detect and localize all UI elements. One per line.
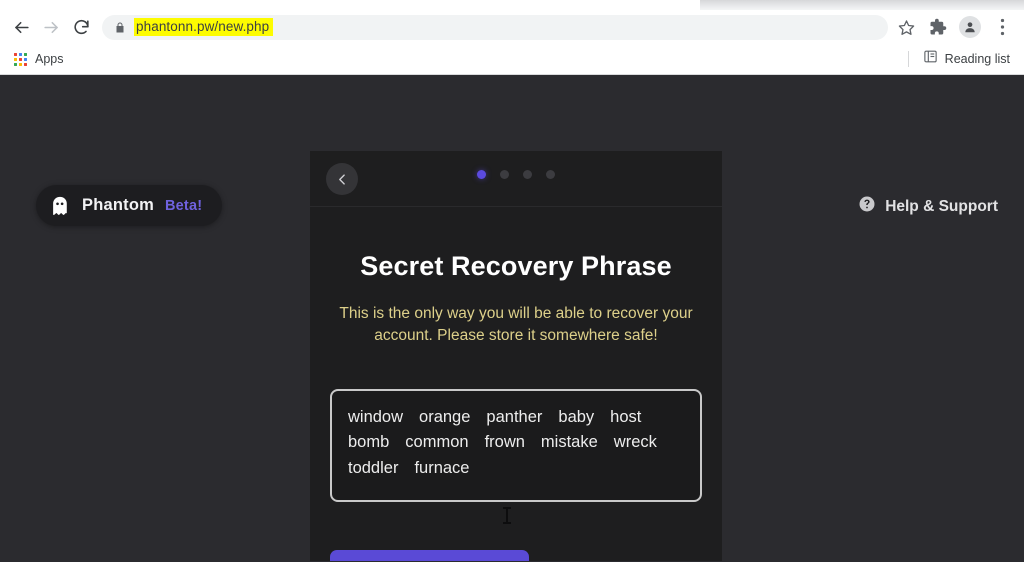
address-bar[interactable]: phantonn.pw/new.php [102, 14, 888, 40]
tab-strip[interactable] [0, 0, 1024, 10]
help-support-label: Help & Support [885, 197, 998, 215]
bookmarks-bar: Apps Reading list [0, 44, 1024, 75]
modal-header [310, 151, 722, 207]
phantom-onboarding-page: Phantom Beta! Help & Support Secret Reco… [0, 75, 1024, 561]
brand-name: Phantom [82, 196, 154, 214]
text-cursor [503, 507, 511, 524]
back-icon[interactable] [6, 12, 36, 42]
seed-word: wreck [613, 433, 657, 452]
seed-word: frown [484, 433, 525, 452]
apps-label: Apps [35, 52, 64, 66]
confirm-saved-button[interactable]: OK, I saved it somewhere [330, 550, 529, 561]
seed-phrase-box[interactable]: window orange panther baby host bomb com… [330, 389, 702, 524]
seed-word: bomb [348, 433, 390, 452]
seed-word: common [405, 433, 469, 452]
avatar [959, 16, 981, 38]
onboarding-modal: Secret Recovery Phrase This is the only … [310, 151, 722, 561]
seed-word: orange [419, 408, 471, 426]
progress-dot-4[interactable] [546, 170, 555, 179]
seed-phrase-words: window orange panther baby host bomb com… [348, 406, 684, 480]
progress-dot-1[interactable] [477, 170, 486, 179]
beta-tag: Beta! [164, 197, 203, 214]
seed-word: panther [486, 408, 543, 426]
reload-icon[interactable] [66, 12, 96, 42]
bookmarks-divider [907, 51, 909, 67]
reading-list-label: Reading list [944, 52, 1010, 66]
page-title: Secret Recovery Phrase [360, 251, 672, 281]
apps-grid-icon [14, 52, 27, 66]
reading-list-button[interactable]: Reading list [919, 47, 1014, 71]
three-dot-menu-icon[interactable] [988, 13, 1016, 41]
phantom-brand-badge[interactable]: Phantom Beta! [36, 185, 223, 226]
ghost-icon [49, 195, 71, 217]
forward-icon[interactable] [36, 12, 66, 42]
help-support-link[interactable]: Help & Support [858, 195, 998, 218]
back-button[interactable] [326, 163, 358, 195]
profile-avatar-icon[interactable] [956, 13, 984, 41]
seed-word: toddler [348, 458, 399, 477]
progress-dot-3[interactable] [523, 170, 532, 179]
seed-word: host [610, 408, 642, 426]
seed-word: furnace [414, 458, 470, 477]
url-text: phantonn.pw/new.php [134, 18, 274, 36]
question-circle-icon [858, 195, 876, 218]
apps-shortcut[interactable]: Apps [8, 50, 70, 68]
warning-text: This is the only way you will be able to… [339, 305, 693, 344]
star-icon[interactable] [892, 13, 920, 41]
browser-toolbar: phantonn.pw/new.php [0, 10, 1024, 44]
progress-dot-2[interactable] [500, 170, 509, 179]
browser-chrome: phantonn.pw/new.php Apps Reading list [0, 0, 1024, 75]
seed-word: mistake [540, 433, 598, 452]
progress-dots [310, 170, 722, 179]
puzzle-piece-icon[interactable] [924, 13, 952, 41]
reading-list-icon [923, 49, 938, 69]
lock-icon [114, 21, 126, 34]
seed-word: baby [558, 408, 595, 426]
seed-word: window [348, 408, 404, 426]
